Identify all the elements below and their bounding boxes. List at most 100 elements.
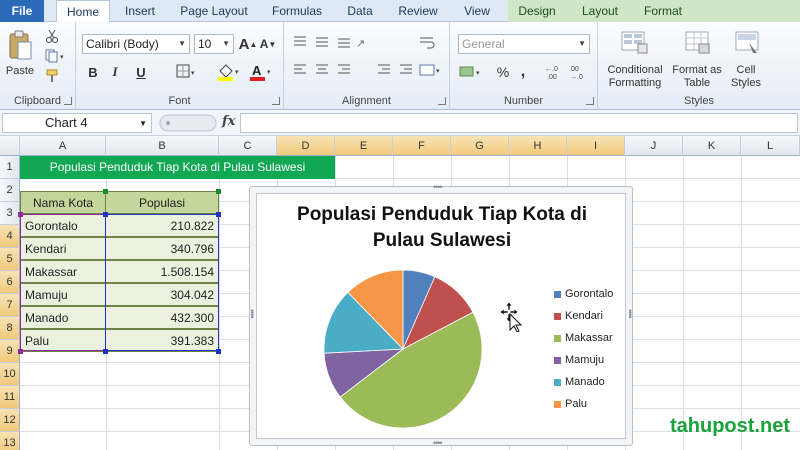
row-header[interactable]: 4 [0, 225, 20, 248]
legend-label: Mamuju [565, 354, 605, 366]
column-header[interactable]: G [451, 136, 509, 156]
tab-page-layout[interactable]: Page Layout [172, 0, 256, 22]
column-header[interactable]: C [219, 136, 277, 156]
alignment-launcher[interactable] [438, 97, 446, 105]
chart-category-range-highlight [20, 214, 106, 351]
column-header[interactable]: L [741, 136, 800, 156]
row-header[interactable]: 12 [0, 409, 20, 432]
name-box[interactable]: Chart 4 ▼ [2, 113, 152, 133]
column-header[interactable]: E [335, 136, 393, 156]
column-header[interactable]: F [393, 136, 451, 156]
conditional-formatting-button[interactable] [618, 28, 650, 56]
wrap-text-icon [420, 37, 435, 49]
underline-button[interactable]: U [128, 62, 154, 82]
legend-swatch [554, 401, 561, 408]
tab-layout[interactable]: Layout [572, 0, 628, 22]
format-as-table-button[interactable] [682, 28, 712, 56]
merge-center-button[interactable]: ▾ [418, 62, 442, 78]
wrap-text-button[interactable] [418, 34, 438, 50]
column-header[interactable]: K [683, 136, 741, 156]
cell-styles-label[interactable]: Cell Styles [726, 64, 766, 90]
percent-button[interactable]: % [494, 62, 512, 82]
row-header[interactable]: 13 [0, 432, 20, 450]
range-handle[interactable] [216, 212, 221, 217]
column-header[interactable]: H [509, 136, 567, 156]
resize-handle-top[interactable]: •••• [433, 182, 443, 192]
number-format-combo[interactable]: General ▼ [458, 34, 590, 54]
italic-button[interactable]: I [106, 62, 124, 82]
format-painter-button[interactable] [44, 68, 60, 84]
row-header[interactable]: 1 [0, 156, 20, 179]
table-header-cell[interactable]: Populasi [105, 191, 219, 214]
svg-text:.00: .00 [569, 66, 579, 73]
svg-text:▾: ▾ [267, 69, 271, 76]
select-all-corner[interactable] [0, 136, 20, 156]
alignment-group-label: Alignment [342, 95, 391, 107]
column-header[interactable]: I [567, 136, 625, 156]
table-header-cell[interactable]: Nama Kota [20, 191, 106, 214]
chart-area[interactable]: Populasi Penduduk Tiap Kota di Pulau Sul… [256, 193, 626, 439]
insert-function-button[interactable]: fx [222, 114, 235, 129]
row-header[interactable]: 9 [0, 340, 20, 363]
bold-button[interactable]: B [84, 62, 102, 82]
column-header[interactable]: J [625, 136, 683, 156]
clipboard-launcher[interactable] [64, 97, 72, 105]
number-group: General ▼ ▾ % , ←.0.00 .00 →.0 Number [450, 22, 598, 110]
range-handle[interactable] [103, 189, 108, 194]
range-handle[interactable] [216, 349, 221, 354]
shrink-font-button[interactable]: A ▼ [260, 34, 277, 54]
tab-design[interactable]: Design [508, 0, 566, 22]
range-handle[interactable] [103, 212, 108, 217]
tab-view[interactable]: View [454, 0, 500, 22]
legend-label: Kendari [565, 310, 603, 322]
format-as-table-label[interactable]: Format as Table [672, 64, 722, 90]
fill-color-button[interactable]: ▾ [216, 62, 242, 82]
vertical-align-icons[interactable]: ↗ [292, 34, 372, 50]
cell-styles-button[interactable] [732, 28, 762, 56]
tab-formulas[interactable]: Formulas [262, 0, 332, 22]
sheet-title-cell[interactable]: Populasi Penduduk Tiap Kota di Pulau Sul… [20, 156, 335, 179]
tab-home[interactable]: Home [56, 0, 110, 23]
tab-insert[interactable]: Insert [114, 0, 166, 22]
formula-input[interactable] [240, 113, 798, 133]
row-header[interactable]: 3 [0, 202, 20, 225]
comma-button[interactable]: , [516, 62, 530, 82]
tab-file[interactable]: File [0, 0, 44, 22]
range-handle[interactable] [18, 349, 23, 354]
range-handle[interactable] [216, 189, 221, 194]
paste-button[interactable] [6, 26, 34, 66]
currency-button[interactable]: ▾ [458, 62, 484, 82]
paste-label[interactable]: Paste [2, 65, 38, 78]
row-header[interactable]: 7 [0, 294, 20, 317]
row-header[interactable]: 8 [0, 317, 20, 340]
font-name-combo[interactable]: Calibri (Body) ▼ [82, 34, 190, 54]
copy-button[interactable]: ▾ [44, 48, 66, 64]
borders-button[interactable]: ▾ [174, 62, 200, 82]
row-header[interactable]: 2 [0, 179, 20, 202]
range-handle[interactable] [18, 212, 23, 217]
font-size-combo[interactable]: 10 ▼ [194, 34, 234, 54]
font-launcher[interactable] [272, 97, 280, 105]
horizontal-align-icons[interactable] [292, 62, 372, 78]
column-header[interactable]: A [20, 136, 106, 156]
column-header[interactable]: B [106, 136, 219, 156]
number-launcher[interactable] [586, 97, 594, 105]
range-handle[interactable] [103, 349, 108, 354]
decrease-decimal-button[interactable]: .00 →.0 [568, 62, 590, 82]
row-header[interactable]: 6 [0, 271, 20, 294]
legend-swatch [554, 379, 561, 386]
row-header[interactable]: 5 [0, 248, 20, 271]
increase-decimal-button[interactable]: ←.0.00 [544, 62, 566, 82]
tab-data[interactable]: Data [338, 0, 382, 22]
row-header[interactable]: 11 [0, 386, 20, 409]
cut-button[interactable] [44, 28, 60, 44]
conditional-formatting-label[interactable]: Conditional Formatting [600, 64, 670, 90]
move-cursor-icon [500, 302, 523, 332]
tab-format[interactable]: Format [634, 0, 692, 22]
grow-font-button[interactable]: A ▲ [239, 34, 258, 54]
column-header[interactable]: D [277, 136, 335, 156]
row-header[interactable]: 10 [0, 363, 20, 386]
tab-review[interactable]: Review [388, 0, 448, 22]
format-as-table-icon [685, 31, 710, 54]
font-color-button[interactable]: A ▾ [248, 62, 274, 82]
